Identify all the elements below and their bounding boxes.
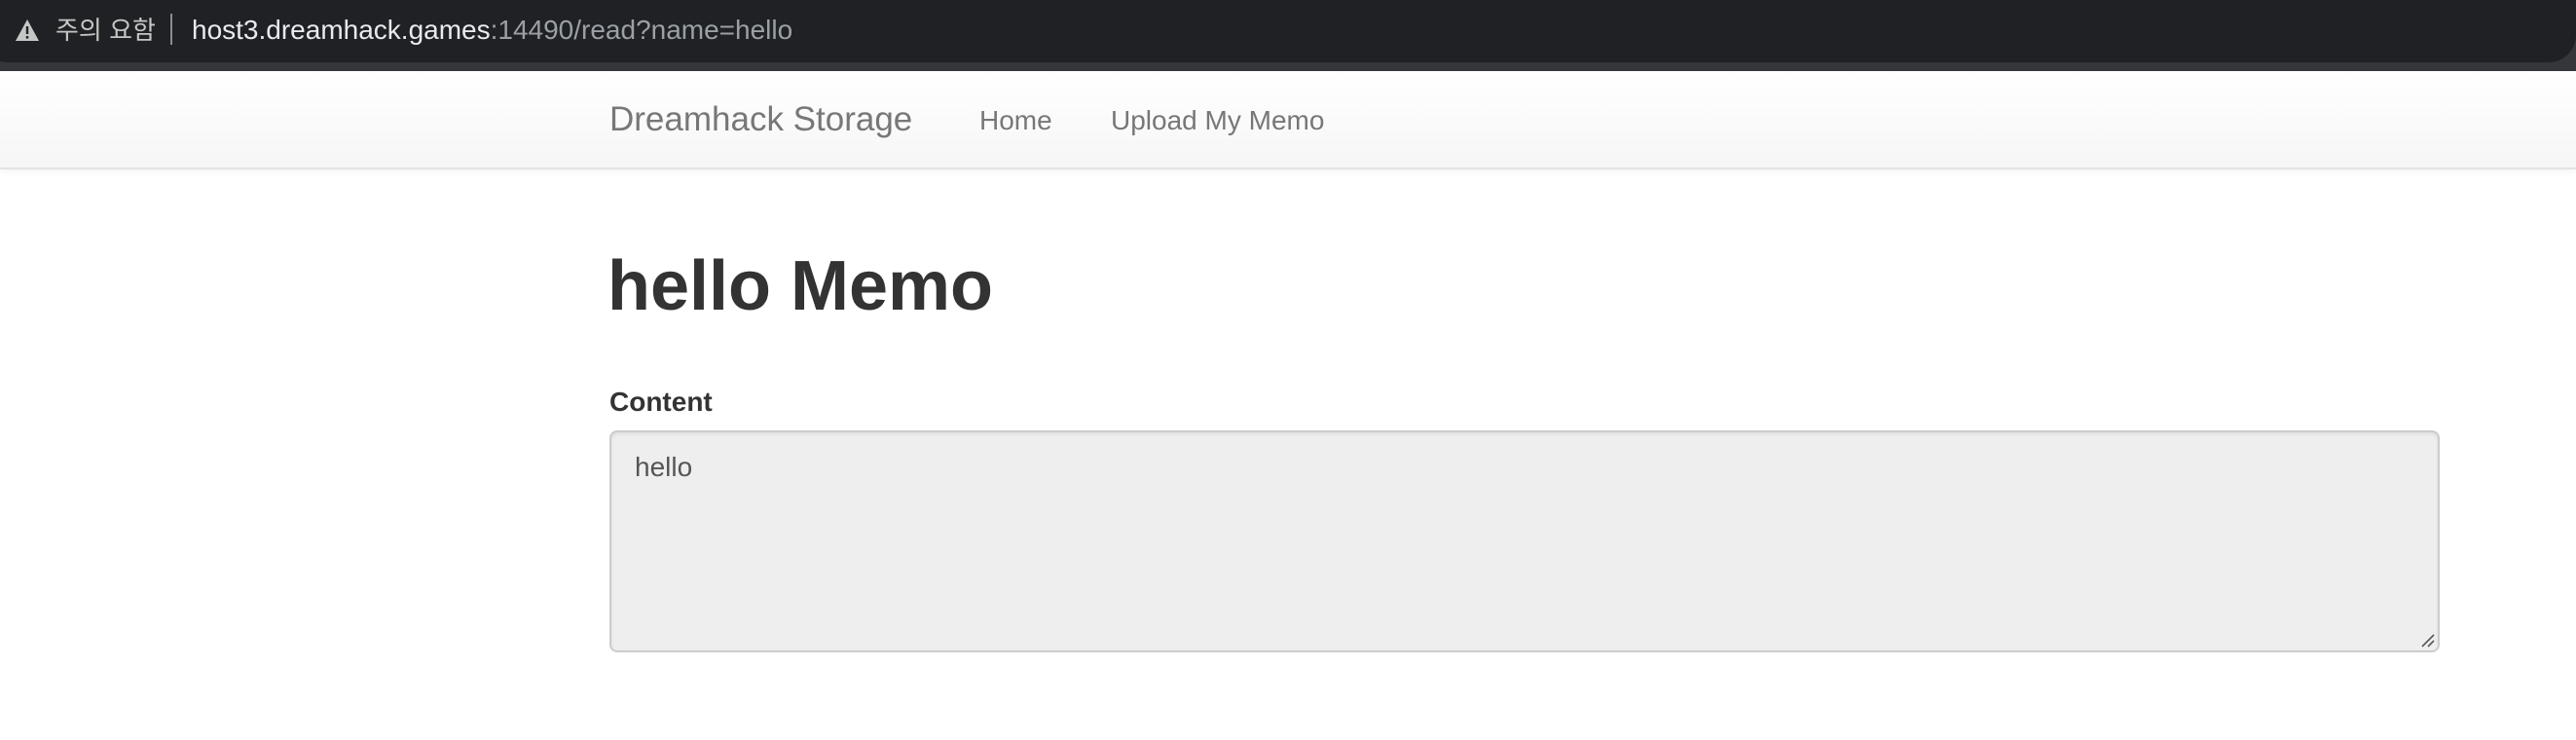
memo-content-textarea[interactable]: hello [609,430,2440,652]
url-text[interactable]: host3.dreamhack.games:14490/read?name=he… [192,13,792,48]
warning-triangle-icon[interactable] [15,18,40,42]
security-warning-label[interactable]: 주의 요함 [55,13,156,48]
url-divider [170,14,172,45]
nav-item-home[interactable]: Home [979,101,1052,140]
page-title: hello Memo [607,247,994,325]
brand-link[interactable]: Dreamhack Storage [609,98,912,141]
url-path: :14490/read?name=hello [490,15,793,45]
content-label: Content [609,387,713,417]
browser-address-bar: 주의 요함 host3.dreamhack.games:14490/read?n… [0,0,2576,71]
url-host: host3.dreamhack.games [192,15,491,45]
navbar: Dreamhack Storage Home Upload My Memo [0,71,2576,169]
resize-grip-icon[interactable] [2418,631,2436,648]
nav-item-upload-memo[interactable]: Upload My Memo [1111,101,1324,140]
omnibox[interactable]: 주의 요함 host3.dreamhack.games:14490/read?n… [0,0,2576,62]
